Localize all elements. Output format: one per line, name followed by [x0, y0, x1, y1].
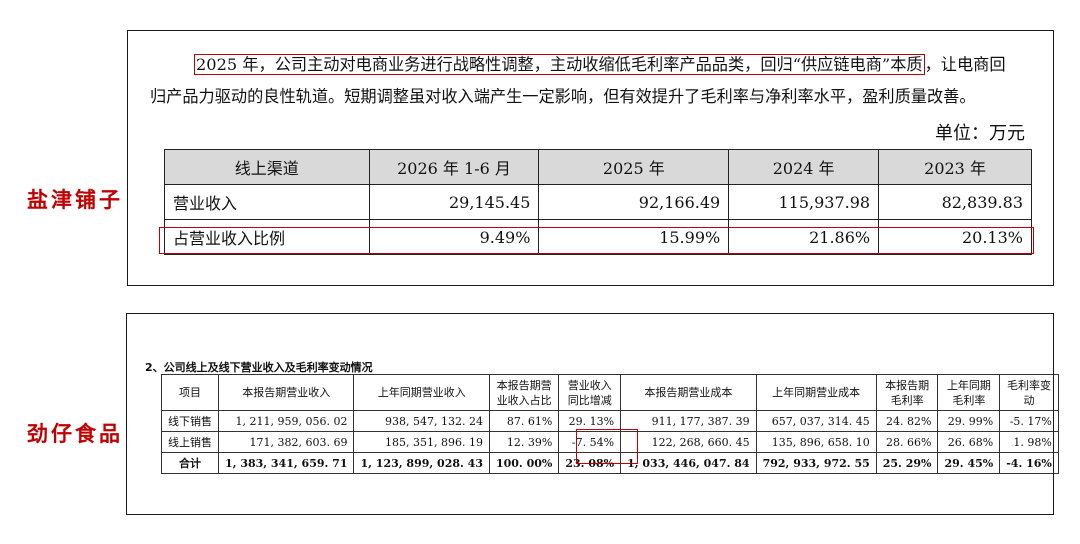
table-cell: 1. 98%	[999, 431, 1059, 453]
table-cell: -4. 16%	[999, 452, 1059, 474]
table-cell: -5. 17%	[999, 410, 1059, 432]
header-cell: 上年同期营业成本	[755, 374, 877, 411]
highlight-box-online-growth	[576, 429, 638, 464]
table-cell: 26. 68%	[937, 431, 1001, 453]
table-cell: 115,937.98	[728, 184, 880, 220]
header-cell: 毛利率变动	[999, 374, 1059, 411]
table-cell: 24. 82%	[875, 410, 939, 432]
paragraph-line2: 归产品力驱动的良性轨道。短期调整虽对收入端产生一定影响，但有效提升了毛利率与净利…	[150, 87, 976, 106]
table-cell: 12. 39%	[488, 431, 560, 453]
table-cell: 25. 29%	[875, 452, 939, 474]
table-cell: 87. 61%	[488, 410, 560, 432]
table-header-row: 项目 本报告期营业收入 上年同期营业收入 本报告期营业收入占比 营业收入同比增减…	[161, 374, 1059, 411]
table-title: 2、公司线上及线下营业收入及毛利率变动情况	[145, 361, 373, 374]
table-cell: 1, 211, 959, 056. 02	[217, 410, 355, 432]
unit-label: 单位：万元	[935, 123, 1025, 144]
header-cell: 本报告期毛利率	[875, 374, 939, 411]
table-cell: 100. 00%	[488, 452, 560, 474]
table-cell: 171, 382, 603. 69	[217, 431, 355, 453]
header-cell: 项目	[161, 374, 219, 411]
highlighted-sentence: 2025 年，公司主动对电商业务进行战略性调整，主动收缩低毛利率产品品类，回归“…	[194, 54, 925, 75]
table-cell: 92,166.49	[538, 184, 730, 220]
highlight-box-ratio-row	[159, 227, 1034, 254]
header-cell: 2023 年	[878, 149, 1032, 185]
row-label: 合计	[161, 452, 219, 474]
table-cell: 29,145.45	[368, 184, 540, 220]
table-cell: 185, 351, 896. 19	[353, 431, 490, 453]
table-cell: 1, 383, 341, 659. 71	[217, 452, 355, 474]
table-cell: 28. 66%	[875, 431, 939, 453]
table-header-row: 线上渠道 2026 年 1-6 月 2025 年 2024 年 2023 年	[164, 149, 1032, 185]
company-label-yanjin: 盐津铺子	[27, 187, 123, 212]
header-cell: 本报告期营业收入	[217, 374, 355, 411]
paragraph: 2025 年，公司主动对电商业务进行战略性调整，主动收缩低毛利率产品品类，回归“…	[150, 49, 1030, 113]
row-label: 线上销售	[161, 431, 219, 453]
header-cell: 2024 年	[728, 149, 880, 185]
table-cell: 122, 268, 660. 45	[620, 431, 757, 453]
header-cell: 上年同期毛利率	[937, 374, 1001, 411]
table-cell: 29. 45%	[937, 452, 1001, 474]
table-cell: 657, 037, 314. 45	[755, 410, 877, 432]
header-cell: 上年同期营业收入	[353, 374, 490, 411]
header-cell: 2025 年	[538, 149, 730, 185]
header-cell: 营业收入同比增减	[558, 374, 622, 411]
table-cell: 1, 033, 446, 047. 84	[620, 452, 757, 474]
paragraph-line1-rest: ，让电商回	[924, 55, 1006, 74]
table-cell: 82,839.83	[878, 184, 1032, 220]
table-cell: 135, 896, 658. 10	[755, 431, 877, 453]
table-cell: 911, 177, 387. 39	[620, 410, 757, 432]
table-cell: 792, 933, 972. 55	[755, 452, 877, 474]
document-excerpt-1: 2025 年，公司主动对电商业务进行战略性调整，主动收缩低毛利率产品品类，回归“…	[127, 30, 1054, 286]
table-cell: 1, 123, 899, 028. 43	[353, 452, 490, 474]
document-excerpt-2: 2、公司线上及线下营业收入及毛利率变动情况 项目 本报告期营业收入 上年同期营业…	[126, 313, 1059, 515]
table-cell: 29. 99%	[937, 410, 1001, 432]
table-row: 营业收入 29,145.45 92,166.49 115,937.98 82,8…	[164, 184, 1032, 220]
company-label-jinzai: 劲仔食品	[27, 421, 123, 446]
header-cell: 本报告期营业成本	[620, 374, 757, 411]
header-cell: 线上渠道	[164, 149, 370, 185]
header-cell: 本报告期营业收入占比	[488, 374, 560, 411]
header-cell: 2026 年 1-6 月	[368, 149, 540, 185]
table-cell: 938, 547, 132. 24	[353, 410, 490, 432]
row-label: 营业收入	[164, 184, 370, 220]
row-label: 线下销售	[161, 410, 219, 432]
